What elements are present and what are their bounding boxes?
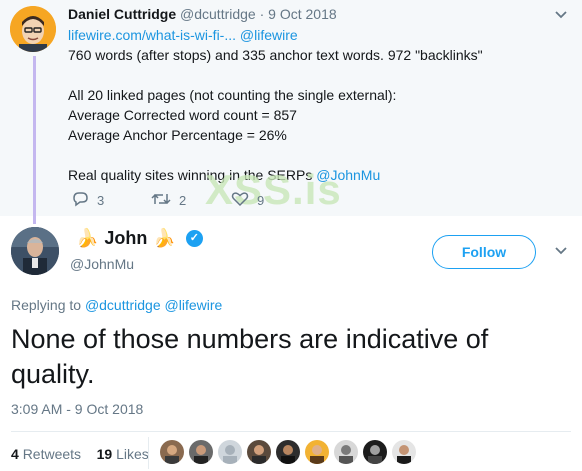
liker-avatar[interactable] [334,440,358,464]
liker-avatar[interactable] [392,440,416,464]
avatar[interactable] [10,6,56,52]
tweet-text: None of those numbers are indicative of … [11,324,489,389]
avatar[interactable] [11,227,59,275]
retweet-button[interactable]: 2 [151,191,186,210]
mention-link[interactable]: @dcuttridge [85,297,161,313]
liker-avatar[interactable] [276,440,300,464]
reply-button[interactable]: 3 [72,191,104,210]
author-name-row[interactable]: 🍌 John 🍌 ✓ [70,228,203,249]
likes-stat[interactable]: 19 Likes [97,446,149,462]
liker-avatar[interactable] [218,440,242,464]
author-handle[interactable]: @JohnMu [70,256,134,272]
tweet-line: Average Corrected word count = 857 [68,107,297,123]
liker-avatar[interactable] [189,440,213,464]
separator-dot: · [259,6,265,22]
divider [11,431,571,432]
liker-avatar[interactable] [363,440,387,464]
tweet-stats: 4 Retweets 19 Likes [11,446,149,462]
tweet-timestamp[interactable]: 3:09 AM - 9 Oct 2018 [11,401,143,417]
like-button[interactable]: 9 [231,191,264,210]
parent-tweet[interactable]: Daniel Cuttridge @dcuttridge · 9 Oct 201… [0,0,582,224]
replying-label: Replying to [11,297,82,313]
reply-icon [72,191,89,210]
author-name[interactable]: Daniel Cuttridge [68,6,176,22]
reply-count: 3 [97,193,105,208]
tweet-line: All 20 linked pages (not counting the si… [68,87,397,103]
mention-link[interactable]: @lifewire [240,27,298,43]
liker-avatars [160,440,421,464]
retweet-count: 2 [179,193,187,208]
tweet-line: 760 words (after stops) and 335 anchor t… [68,47,483,63]
verified-badge-icon: ✓ [185,230,203,247]
liker-avatar[interactable] [247,440,271,464]
divider [148,437,149,469]
author-handle[interactable]: @dcuttridge [180,6,256,22]
thread-line [33,56,36,224]
tweet-body: lifewire.com/what-is-wi-fi-... @lifewire… [68,25,568,185]
liker-avatar[interactable] [305,440,329,464]
author-name[interactable]: John [104,228,147,249]
tweet-link[interactable]: lifewire.com/what-is-wi-fi-... [68,27,236,43]
banana-emoji: 🍌 [153,228,176,248]
banana-emoji: 🍌 [76,228,99,248]
retweet-icon [151,191,171,210]
tweet-line: Average Anchor Percentage = 26% [68,127,287,143]
mention-link[interactable]: @lifewire [165,297,223,313]
follow-button[interactable]: Follow [432,235,536,269]
tweet-header: Daniel Cuttridge @dcuttridge · 9 Oct 201… [68,6,337,22]
like-count: 9 [257,193,265,208]
chevron-down-icon[interactable] [554,244,568,263]
heart-icon [231,191,249,210]
liker-avatar[interactable] [160,440,184,464]
replying-to: Replying to @dcuttridge @lifewire [11,297,222,313]
tweet-date[interactable]: 9 Oct 2018 [268,6,337,22]
watermark: XSS.is [205,166,342,213]
retweets-stat[interactable]: 4 Retweets [11,446,81,462]
